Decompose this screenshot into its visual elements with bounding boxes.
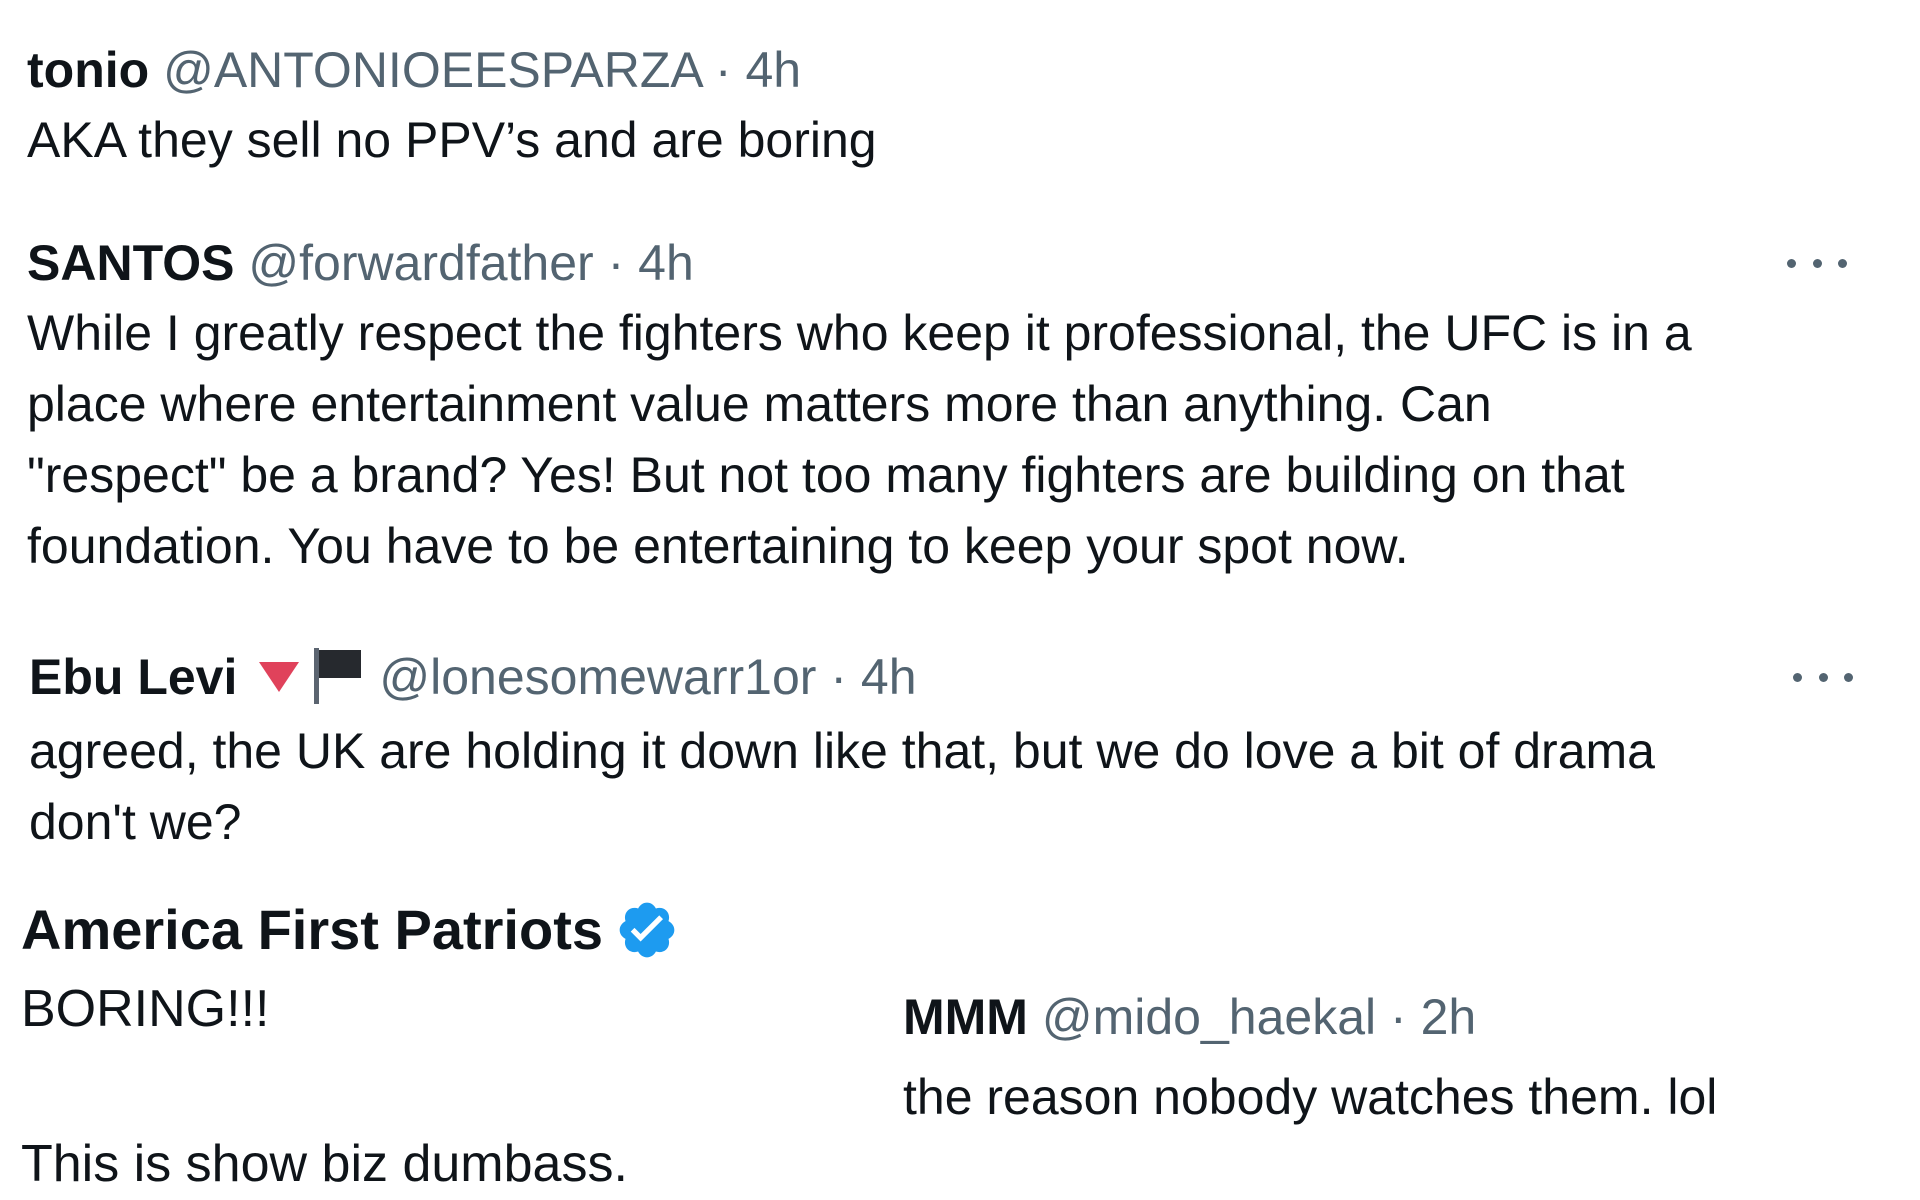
verified-badge-icon: [619, 902, 675, 958]
separator-dot: ·: [1390, 989, 1407, 1045]
user-handle[interactable]: @forwardfather: [248, 235, 593, 291]
reply-text-line: "respect" be a brand? Yes! But not too m…: [27, 447, 1625, 503]
ellipsis-icon[interactable]: [1787, 228, 1847, 298]
reply-header: America First Patriots: [21, 890, 881, 970]
reply-text-line: place where entertainment value matters …: [27, 376, 1492, 432]
reply-text-line: agreed, the UK are holding it down like …: [29, 722, 1655, 779]
separator-dot: ·: [714, 42, 732, 98]
reply-header: MMM @mido_haekal · 2h: [903, 982, 1863, 1052]
display-name[interactable]: MMM: [903, 989, 1028, 1045]
display-name[interactable]: SANTOS: [27, 235, 234, 291]
display-name[interactable]: America First Patriots: [21, 898, 603, 961]
reply-text: While I greatly respect the fighters who…: [27, 298, 1847, 582]
user-handle[interactable]: @mido_haekal: [1042, 989, 1376, 1045]
reply-text: AKA they sell no PPV’s and are boring: [27, 112, 877, 168]
reply-tonio[interactable]: tonio @ANTONIOEESPARZA · 4h AKA they sel…: [27, 35, 1847, 176]
reply-santos[interactable]: SANTOS @forwardfather · 4h While I great…: [27, 228, 1847, 582]
reply-text-line: While I greatly respect the fighters who…: [27, 305, 1692, 361]
reply-header: SANTOS @forwardfather · 4h: [27, 228, 1847, 298]
display-name[interactable]: tonio: [27, 42, 149, 98]
black-flag-icon: [314, 647, 362, 704]
timestamp[interactable]: 2h: [1421, 989, 1477, 1045]
reply-text-line: foundation. You have to be entertaining …: [27, 518, 1409, 574]
reply-header: Ebu Levi @lonesomewarr1or · 4h: [29, 642, 1853, 716]
reply-text-line: don't we?: [29, 793, 242, 850]
user-handle[interactable]: @lonesomewarr1or: [379, 649, 816, 705]
display-name[interactable]: Ebu Levi: [29, 649, 237, 705]
reply-mmm[interactable]: MMM @mido_haekal · 2h the reason nobody …: [903, 982, 1863, 1133]
reply-ebu-levi[interactable]: Ebu Levi @lonesomewarr1or · 4h agreed, th…: [29, 642, 1853, 858]
reply-text-line: This is show biz dumbass.: [21, 1135, 628, 1194]
reply-america-first-patriots[interactable]: America First Patriots BORING!!! This is…: [21, 890, 881, 1199]
timestamp[interactable]: 4h: [638, 235, 694, 291]
reply-text: agreed, the UK are holding it down like …: [29, 716, 1849, 858]
ellipsis-icon[interactable]: [1793, 642, 1853, 712]
separator-dot: ·: [830, 649, 847, 705]
reply-header: tonio @ANTONIOEESPARZA · 4h: [27, 35, 1847, 105]
separator-dot: ·: [607, 235, 625, 291]
user-handle[interactable]: @ANTONIOEESPARZA: [163, 42, 701, 98]
reply-text-line: BORING!!!: [21, 980, 270, 1039]
timestamp[interactable]: 4h: [745, 42, 801, 98]
timestamp[interactable]: 4h: [861, 649, 917, 705]
reply-text: the reason nobody watches them. lol: [903, 1069, 1718, 1125]
red-triangle-down-icon: [259, 661, 300, 692]
